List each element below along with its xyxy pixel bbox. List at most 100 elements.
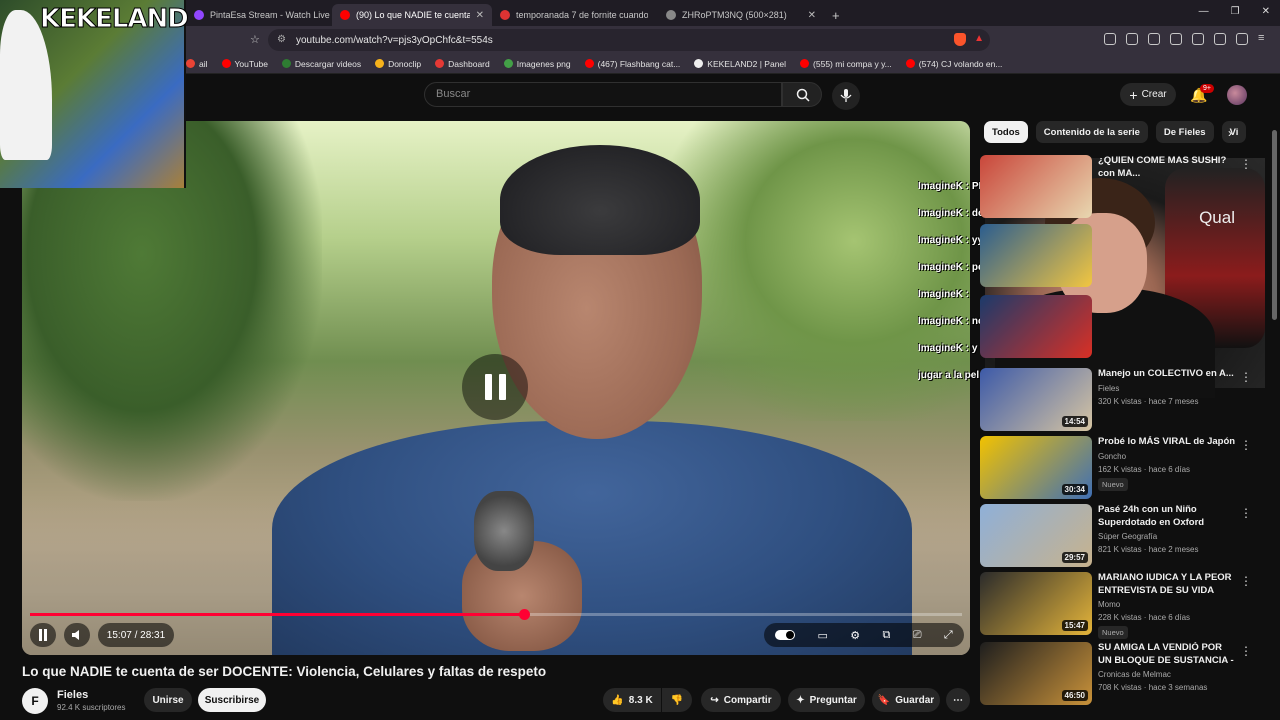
url-field[interactable]: ⚙ youtube.com/watch?v=pjs3yOpChfc&t=554s…: [268, 29, 990, 51]
site-info-icon[interactable]: ⚙: [277, 34, 286, 45]
dislike-button[interactable]: 👎: [662, 688, 692, 712]
recommendation-title[interactable]: Pasé 24h con un Niño Superdotado en Oxfo…: [1098, 504, 1238, 529]
more-options-icon[interactable]: ⋮: [1240, 574, 1252, 588]
filter-chip[interactable]: Contenido de la serie: [1035, 121, 1148, 143]
search-button[interactable]: [782, 82, 822, 107]
recommendation-item[interactable]: [980, 295, 1270, 359]
autoplay-toggle[interactable]: [775, 630, 796, 640]
recommendation-item[interactable]: [980, 224, 1270, 288]
recommendation-item[interactable]: 14:54 Manejo un COLECTIVO en A... Fieles 32…: [980, 368, 1270, 432]
bookmark-item[interactable]: (467) Flashbang cat...: [584, 59, 680, 69]
chevron-right-icon[interactable]: ›: [1228, 126, 1232, 140]
recommendation-thumbnail[interactable]: 29:57: [980, 504, 1092, 567]
recommendation-channel[interactable]: Cronicas de Melmac: [1098, 670, 1171, 679]
scrollbar-thumb[interactable]: [1272, 130, 1277, 320]
new-tab-button[interactable]: +: [824, 4, 848, 26]
miniplayer-icon[interactable]: ⧉: [883, 629, 891, 642]
filter-chip[interactable]: Vi: [1221, 121, 1247, 143]
recommendation-channel[interactable]: Goncho: [1098, 452, 1126, 461]
subscribe-button[interactable]: Suscribirse: [198, 688, 266, 712]
more-options-icon[interactable]: ⋮: [1240, 506, 1252, 520]
bookmark-item[interactable]: Imagenes png: [503, 59, 571, 69]
bookmark-item[interactable]: Donoclip: [375, 59, 421, 69]
center-pause-indicator[interactable]: [462, 354, 528, 420]
recommendation-channel[interactable]: Momo: [1098, 600, 1120, 609]
like-button[interactable]: 👍 8.3 K: [603, 688, 661, 712]
recommendation-channel[interactable]: Fieles: [1098, 384, 1119, 393]
recommendation-item[interactable]: 30:34 Probé lo MÁS VIRAL de Japón Goncho 16…: [980, 436, 1270, 500]
voice-search-button[interactable]: [832, 82, 860, 110]
bookmark-star-icon[interactable]: ☆: [250, 33, 260, 46]
recommendation-channel[interactable]: Súper Geografía: [1098, 532, 1157, 541]
fullscreen-icon[interactable]: ⤢: [944, 629, 953, 642]
account-avatar[interactable]: [1227, 85, 1247, 105]
recommendation-title[interactable]: ¿QUIEN COME MAS SUSHI? con MA...: [1098, 155, 1238, 180]
bookmark-item[interactable]: Dashboard: [435, 59, 490, 69]
recommendation-item[interactable]: 29:57 Pasé 24h con un Niño Superdotado en…: [980, 504, 1270, 568]
ask-button[interactable]: ✦ Preguntar: [788, 688, 865, 712]
more-options-icon[interactable]: ⋮: [1240, 157, 1252, 171]
sidebar-icon[interactable]: [1170, 33, 1182, 45]
save-button[interactable]: 🔖 Guardar: [872, 688, 940, 712]
music-icon[interactable]: [1148, 33, 1160, 45]
search-input[interactable]: Buscar: [424, 82, 782, 107]
pause-button[interactable]: [30, 623, 56, 647]
brave-rewards-icon[interactable]: ▲: [974, 33, 984, 44]
bookmark-item[interactable]: (574) CJ volando en...: [905, 59, 1002, 69]
extension-icon[interactable]: [1104, 33, 1116, 45]
browser-tab-active[interactable]: (90) Lo que NADIE te cuenta ✕: [332, 4, 492, 26]
settings-gear-icon[interactable]: ⚙: [850, 629, 860, 642]
join-button[interactable]: Unirse: [144, 688, 192, 712]
recommendation-thumbnail[interactable]: [980, 295, 1092, 358]
channel-avatar[interactable]: F: [22, 688, 48, 714]
progress-bar[interactable]: [30, 609, 962, 620]
close-tab-icon[interactable]: ✕: [476, 10, 484, 21]
more-options-icon[interactable]: ⋮: [1240, 370, 1252, 384]
more-options-icon[interactable]: ⋮: [1240, 644, 1252, 658]
create-button[interactable]: + Crear: [1120, 83, 1176, 106]
bookmark-item[interactable]: KEKELAND2 | Panel: [694, 59, 786, 69]
bookmark-favicon-icon: [503, 59, 513, 68]
brave-shield-icon[interactable]: [954, 33, 966, 46]
recommendation-title[interactable]: Probé lo MÁS VIRAL de Japón: [1098, 436, 1238, 449]
recommendation-thumbnail[interactable]: 46:50: [980, 642, 1092, 705]
recommendation-thumbnail[interactable]: 15:47: [980, 572, 1092, 635]
minimize-icon[interactable]: —: [1199, 6, 1209, 17]
leo-icon[interactable]: [1214, 33, 1226, 45]
cast-icon[interactable]: ⎚: [913, 629, 922, 642]
progress-scrubber[interactable]: [518, 609, 530, 620]
recommendation-thumbnail[interactable]: [980, 224, 1092, 287]
close-tab-icon[interactable]: ✕: [808, 10, 816, 21]
recommendation-title[interactable]: SU AMIGA LA VENDIÓ POR UN BLOQUE DE SUST…: [1098, 642, 1238, 667]
recommendation-thumbnail[interactable]: 14:54: [980, 368, 1092, 431]
recommendation-title[interactable]: Manejo un COLECTIVO en A...: [1098, 368, 1238, 381]
bookmark-item[interactable]: Descargar videos: [281, 59, 361, 69]
recommendation-item[interactable]: 46:50 SU AMIGA LA VENDIÓ POR UN BLOQUE DE…: [980, 642, 1270, 706]
more-options-icon[interactable]: ⋮: [1240, 438, 1252, 452]
menu-icon[interactable]: ≡: [1258, 33, 1270, 45]
volume-button[interactable]: [64, 623, 90, 647]
subtitles-icon[interactable]: ▭: [818, 629, 828, 642]
browser-tab[interactable]: PintaEsa Stream - Watch Live on: [186, 4, 332, 26]
recommendation-item[interactable]: ¿QUIEN COME MAS SUSHI? con MA... ⋮: [980, 155, 1270, 219]
extension-icon[interactable]: [1126, 33, 1138, 45]
close-window-icon[interactable]: ✕: [1262, 6, 1270, 17]
recommendation-item[interactable]: 15:47 MARIANO IUDICA Y LA PEOR ENTREVISTA…: [980, 572, 1270, 639]
more-actions-button[interactable]: ⋯: [946, 688, 970, 712]
bookmark-item[interactable]: ail: [186, 59, 208, 69]
browser-tab[interactable]: temporanada 7 de fornite cuando fue: [492, 4, 658, 26]
channel-name[interactable]: Fieles: [57, 689, 88, 701]
share-button[interactable]: ↪ Compartir: [701, 688, 781, 712]
wallet-icon[interactable]: [1192, 33, 1204, 45]
recommendation-thumbnail[interactable]: [980, 155, 1092, 218]
restore-icon[interactable]: ❐: [1231, 6, 1240, 17]
browser-tab[interactable]: ZHRoPTM3NQ (500×281) ✕: [658, 4, 824, 26]
vpn-icon[interactable]: [1236, 33, 1248, 45]
bookmark-item[interactable]: YouTube: [221, 59, 268, 69]
bookmark-item[interactable]: (555) mi compa y y...: [800, 59, 892, 69]
recommendation-title[interactable]: MARIANO IUDICA Y LA PEOR ENTREVISTA DE S…: [1098, 572, 1238, 597]
recommendation-thumbnail[interactable]: 30:34: [980, 436, 1092, 499]
filter-chip[interactable]: De Fieles: [1155, 121, 1214, 143]
filter-chip[interactable]: Todos: [984, 121, 1028, 143]
video-player[interactable]: 15:07 / 28:31 ▭ ⚙ ⧉ ⎚ ⤢: [22, 121, 970, 655]
